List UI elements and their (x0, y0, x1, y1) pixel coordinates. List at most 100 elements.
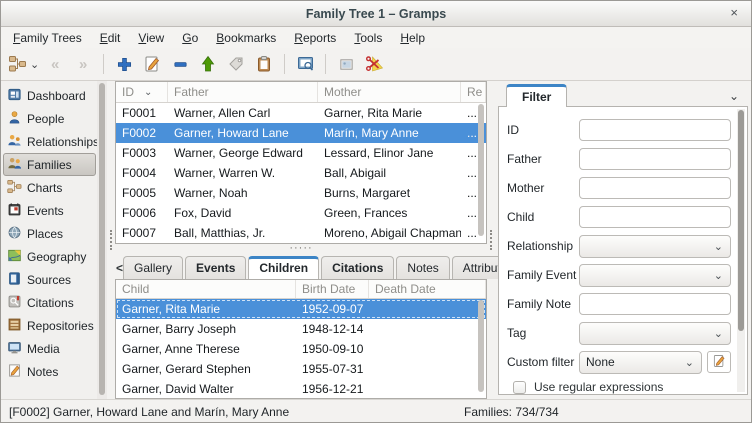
tab-notes[interactable]: Notes (396, 256, 449, 279)
scrollbar-thumb[interactable] (478, 300, 484, 392)
table-row[interactable]: F0006 Fox, David Green, Frances ... (116, 203, 486, 223)
filter-tag-select[interactable]: ⌄ (579, 322, 731, 345)
sidebar-item-events[interactable]: Events (3, 199, 96, 222)
sidebar-item-dashboard[interactable]: Dashboard (3, 84, 96, 107)
tabs-scroll-left-icon[interactable]: < (116, 261, 123, 279)
tab-gallery[interactable]: Gallery (123, 256, 183, 279)
sidebar-item-label: Events (27, 204, 64, 218)
column-header-mother[interactable]: Mother (318, 82, 461, 102)
tag-button[interactable] (224, 51, 248, 77)
sidebar-item-families[interactable]: Families (3, 153, 96, 176)
tab-children[interactable]: Children (248, 256, 319, 279)
sidebar-item-charts[interactable]: Charts (3, 176, 96, 199)
clipboard-cut-button[interactable] (362, 51, 386, 77)
media-preview-button[interactable] (334, 51, 358, 77)
filter-panel: ID Father Mother Child Relationship (498, 106, 748, 395)
family-trees-button[interactable]: ⌄ (8, 51, 39, 77)
table-row[interactable]: F0005 Warner, Noah Burns, Margaret ... (116, 183, 486, 203)
scrollbar-thumb[interactable] (478, 104, 484, 236)
sidebar-item-sources[interactable]: Sources (3, 268, 96, 291)
filter-splitter[interactable] (487, 81, 495, 399)
sidebar-item-citations[interactable]: Citations (3, 291, 96, 314)
menu-tools[interactable]: Tools (345, 29, 391, 47)
column-header-child[interactable]: Child (116, 280, 296, 298)
filter-father-input[interactable] (579, 148, 731, 170)
filter-scrollbar[interactable] (737, 109, 745, 392)
clipboard-button[interactable] (252, 51, 276, 77)
titlebar[interactable]: Family Tree 1 – Gramps × (1, 1, 751, 27)
column-header-father[interactable]: Father (168, 82, 318, 102)
edit-custom-filter-button[interactable] (707, 351, 731, 373)
gramps-window: Family Tree 1 – Gramps × Family Trees Ed… (0, 0, 752, 423)
sidebar-item-people[interactable]: People (3, 107, 96, 130)
column-header-death-date[interactable]: Death Date (369, 280, 486, 298)
filter-mother-input[interactable] (579, 177, 731, 199)
table-row-selected[interactable]: F0002 Garner, Howard Lane Marín, Mary An… (116, 123, 486, 143)
child-row[interactable]: Garner, David Walter 1956-12-21 (116, 379, 486, 399)
use-regex-checkbox[interactable] (513, 381, 526, 394)
close-icon[interactable]: × (730, 5, 738, 21)
filter-child-input[interactable] (579, 206, 731, 228)
filter-family-note-input[interactable] (579, 293, 731, 315)
sidebar-item-geography[interactable]: Geography (3, 245, 96, 268)
custom-filter-select[interactable]: None ⌄ (579, 351, 702, 374)
menu-bookmarks[interactable]: Bookmarks (207, 29, 285, 47)
families-table-scrollbar[interactable] (477, 104, 485, 241)
minus-icon (172, 56, 189, 73)
filter-relationship-select[interactable]: ⌄ (579, 235, 731, 258)
collapse-sidebar-icon[interactable]: ⌄ (729, 89, 739, 103)
use-regex-label: Use regular expressions (534, 380, 663, 394)
scrollbar-thumb[interactable] (738, 110, 744, 331)
sidebar-item-label: Charts (27, 181, 62, 195)
tag-icon (227, 55, 245, 73)
menu-view[interactable]: View (129, 29, 173, 47)
children-table: Child Birth Date Death Date Garner, Rita… (115, 279, 487, 399)
forward-button[interactable]: » (71, 51, 95, 77)
tab-citations[interactable]: Citations (321, 256, 394, 279)
back-button[interactable]: « (43, 51, 67, 77)
sidebar-item-relationships[interactable]: Relationships (3, 130, 96, 153)
menu-family-trees[interactable]: Family Trees (4, 29, 91, 47)
menu-edit[interactable]: Edit (91, 29, 130, 47)
edit-button[interactable] (140, 51, 164, 77)
table-row[interactable]: F0004 Warner, Warren W. Ball, Abigail ..… (116, 163, 486, 183)
child-row[interactable]: Garner, Barry Joseph 1948-12-14 (116, 319, 486, 339)
sidebar-item-label: Citations (27, 296, 74, 310)
table-row[interactable]: F0001 Warner, Allen Carl Garner, Rita Ma… (116, 103, 486, 123)
column-header-birth-date[interactable]: Birth Date (296, 280, 369, 298)
column-header-relationship[interactable]: Re (461, 82, 486, 102)
menu-reports[interactable]: Reports (285, 29, 345, 47)
filter-label-tag: Tag (507, 326, 579, 340)
clipboard-icon (255, 55, 273, 73)
merge-button[interactable] (196, 51, 220, 77)
children-table-scrollbar[interactable] (477, 300, 485, 396)
pane-splitter[interactable]: ····· (115, 244, 487, 252)
menu-help[interactable]: Help (391, 29, 434, 47)
reports-button[interactable] (293, 51, 317, 77)
child-row-selected[interactable]: Garner, Rita Marie 1952-09-07 (116, 299, 486, 319)
filter-id-input[interactable] (579, 119, 731, 141)
child-row[interactable]: Garner, Anne Therese 1950-09-10 (116, 339, 486, 359)
tab-events[interactable]: Events (185, 256, 246, 279)
table-row[interactable]: F0007 Ball, Matthias, Jr. Moreno, Abigai… (116, 223, 486, 243)
content-area: Dashboard People Relationships Families … (1, 81, 751, 399)
sidebar-scrollbar[interactable] (97, 81, 107, 399)
sidebar-item-notes[interactable]: Notes (3, 360, 96, 383)
sidebar-splitter[interactable] (107, 81, 115, 399)
child-row[interactable]: Garner, Gerard Stephen 1955-07-31 (116, 359, 486, 379)
filter-sidebar: Filter ⌄ ID Father Mother Child (495, 81, 751, 399)
tab-filter[interactable]: Filter (506, 84, 567, 107)
sidebar-item-label: Relationships (27, 135, 97, 149)
filter-family-event-select[interactable]: ⌄ (579, 264, 731, 287)
menu-go[interactable]: Go (173, 29, 207, 47)
sidebar-item-media[interactable]: Media (3, 337, 96, 360)
add-button[interactable] (112, 51, 136, 77)
scrollbar-thumb[interactable] (99, 83, 105, 395)
remove-button[interactable] (168, 51, 192, 77)
sidebar-item-places[interactable]: Places (3, 222, 96, 245)
table-row[interactable]: F0003 Warner, George Edward Lessard, Eli… (116, 143, 486, 163)
sort-chevron-icon[interactable]: ⌄ (144, 87, 152, 98)
column-header-id[interactable]: ID ⌄ (116, 82, 168, 102)
sidebar-item-repositories[interactable]: Repositories (3, 314, 96, 337)
chevron-down-icon[interactable]: ⌄ (30, 58, 39, 71)
